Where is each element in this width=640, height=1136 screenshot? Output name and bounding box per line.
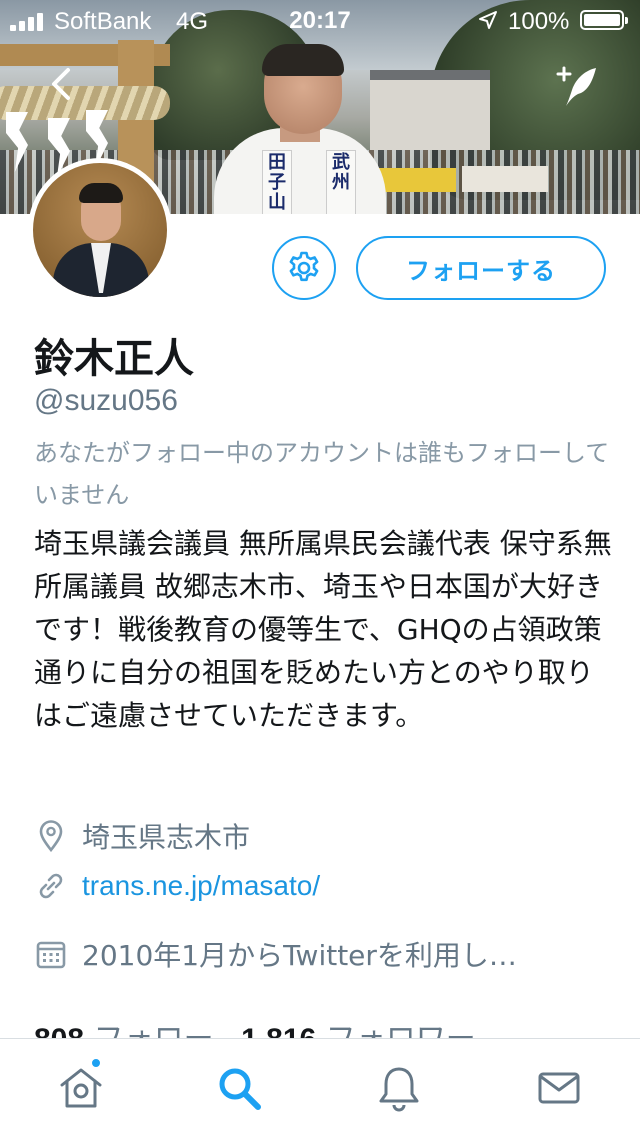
header-sash-text: 武州 [332, 152, 350, 193]
search-icon[interactable] [214, 1063, 264, 1113]
followed-by-note: あなたがフォロー中のアカウントは誰もフォローしていません [34, 439, 610, 509]
location-arrow-icon [479, 11, 497, 29]
gear-icon [289, 251, 319, 282]
header-building [370, 70, 490, 150]
profile-joined-text: 2010年1月からTwitterを利用し… [82, 939, 517, 972]
avatar-hair [79, 183, 123, 203]
messages-envelope-icon[interactable] [534, 1063, 584, 1113]
profile-settings-button[interactable] [272, 236, 336, 300]
home-notification-dot [90, 1057, 102, 1069]
location-pin-icon [39, 820, 63, 853]
header-tent [378, 168, 456, 192]
header-sash-right: 武州 [326, 150, 356, 214]
status-bar: SoftBank 4G 20:17 100% [0, 0, 640, 40]
bottom-tab-bar [0, 1038, 640, 1136]
back-arrow-icon[interactable] [40, 62, 84, 106]
battery-level-fill [584, 14, 620, 26]
calendar-icon [36, 941, 66, 969]
profile-bio: 埼玉県議会議員 無所属県民会議代表 保守系無所属議員 故郷志木市、埼玉や日本国が… [34, 527, 612, 732]
profile-handle: @suzu056 [34, 384, 178, 417]
follow-button[interactable]: フォローする [356, 236, 606, 300]
profile-joined-date: 2010年1月からTwitterを利用し… [34, 934, 594, 974]
profile-website-link[interactable]: trans.ne.jp/masato/ [82, 870, 320, 902]
avatar[interactable] [28, 158, 172, 302]
header-person-hair [262, 44, 344, 76]
battery-icon [580, 10, 628, 30]
link-icon [39, 873, 63, 899]
compose-tweet-icon[interactable] [552, 60, 602, 110]
battery-percent: 100% [508, 8, 570, 35]
profile-website[interactable]: trans.ne.jp/masato/ [34, 866, 320, 906]
header-sash-left: 田子山 [262, 150, 292, 214]
header-sash-text: 田子山 [268, 152, 286, 213]
home-icon[interactable] [56, 1063, 106, 1113]
header-tent [462, 166, 548, 192]
notifications-bell-icon[interactable] [374, 1063, 424, 1113]
profile-display-name: 鈴木正人 [34, 336, 194, 382]
profile-location: 埼玉県志木市 [34, 816, 250, 856]
profile-location-text: 埼玉県志木市 [82, 821, 251, 854]
